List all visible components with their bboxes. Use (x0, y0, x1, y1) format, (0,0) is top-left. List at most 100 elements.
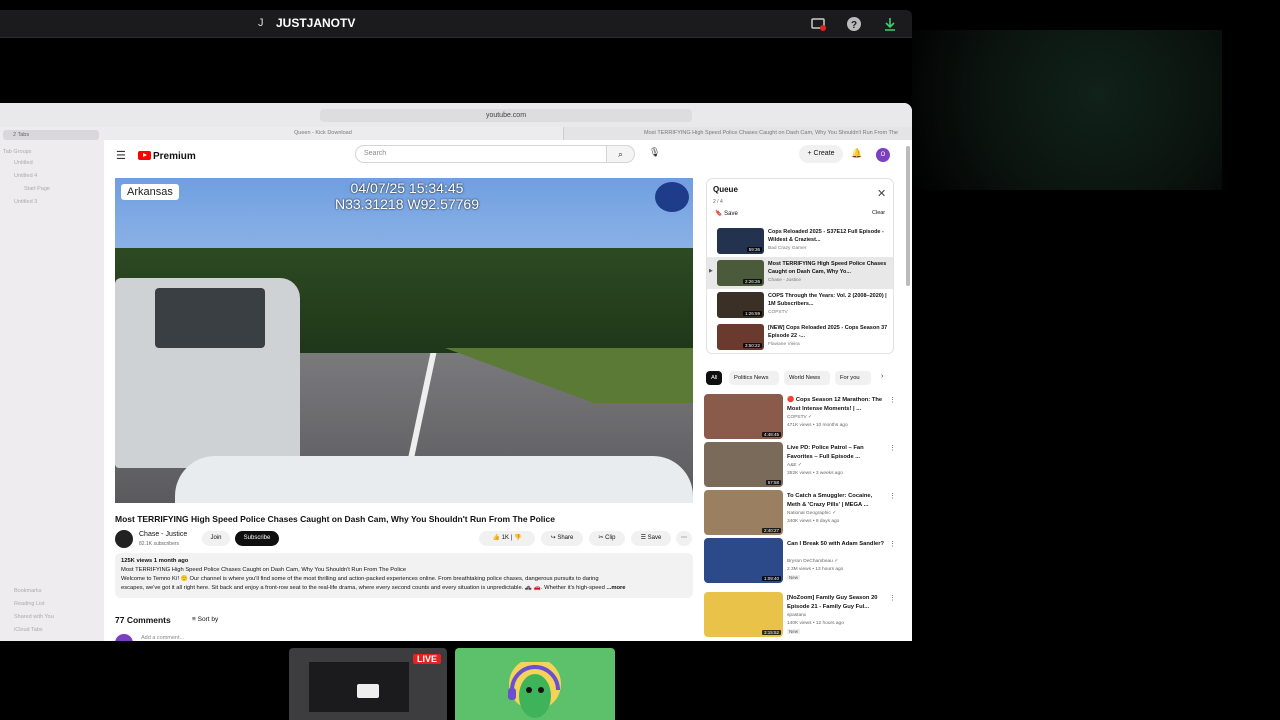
monitor-icon (357, 684, 379, 698)
help-icon[interactable]: ? (846, 16, 862, 32)
more-icon[interactable]: ⋮ (889, 444, 896, 452)
comments-count: 77 Comments (115, 615, 171, 625)
scrollbar[interactable] (906, 146, 910, 286)
video-thumbnail: 2:40:27 (704, 490, 783, 535)
video-player[interactable]: Arkansas 04/07/25 15:34:45 N33.31218 W92.… (115, 178, 693, 503)
queue-thumbnail: 3:50:22 (717, 324, 764, 350)
duration: 3:15:52 (761, 630, 781, 635)
search-input[interactable]: Search (355, 145, 607, 163)
police-car-hood (175, 456, 693, 503)
avatar-tile[interactable] (455, 648, 615, 720)
avatar[interactable]: O (876, 148, 890, 162)
sidebar-group[interactable]: Untitled 4 (14, 173, 37, 179)
description-box[interactable]: 125K views 1 month ago Most TERRIFYING H… (115, 553, 693, 598)
queue-thumbnail: 1:26:59 (717, 292, 764, 318)
recommended-video[interactable]: 1:09:40 Can I Break 50 with Adam Sandler… (704, 538, 904, 585)
rec-channel: A&E ✓ (787, 463, 802, 468)
tab-active[interactable]: Queen - Kick Download (104, 127, 564, 140)
rec-channel: National Geographic ✓ (787, 511, 837, 516)
chip-politics-news[interactable]: Politics News (729, 371, 779, 385)
clip-label: Clip (605, 535, 616, 541)
queue-count: 2 / 4 (713, 199, 723, 205)
tab-bar: Queen - Kick Download Most TERRIFYING Hi… (104, 127, 912, 149)
sidebar-group[interactable]: Untitled 3 (14, 199, 37, 205)
bell-icon[interactable]: 🔔 (851, 148, 862, 159)
share-label: Share (557, 535, 574, 541)
sidebar-tabs[interactable]: 2 Tabs (3, 130, 99, 140)
rec-title: To Catch a Smuggler: Cocaine, Meth & 'Cr… (787, 493, 873, 508)
share-button[interactable]: ↪ Share (541, 531, 583, 546)
chip-all[interactable]: All (706, 371, 723, 385)
close-icon[interactable]: ✕ (877, 187, 886, 200)
queue-item-title: COPS Through the Years: Vol. 2 (2008–202… (768, 293, 887, 307)
chip-for-you[interactable]: For you (835, 371, 871, 385)
clip-button[interactable]: ✂ Clip (589, 531, 625, 546)
save-button[interactable]: ☰ Save (631, 531, 671, 546)
chip-world-news[interactable]: World News (784, 371, 830, 385)
more-icon[interactable]: ⋮ (889, 492, 896, 500)
rec-channel: spastanx (787, 613, 807, 618)
recommended-video[interactable]: 4:48:45 🔴 Cops Season 12 Marathon: The M… (704, 394, 904, 441)
menu-icon[interactable]: ☰ (116, 149, 126, 162)
rec-meta: 2.3M views • 13 hours ago (787, 567, 844, 572)
queue-item[interactable]: 3:50:22 [NEW] Cops Reloaded 2025 - Cops … (707, 321, 893, 353)
address-bar[interactable]: youtube.com (320, 109, 692, 122)
queue-save-button[interactable]: 🔖 Save (715, 210, 738, 217)
commenter-avatar (115, 634, 133, 641)
queue-title: Queue (713, 185, 738, 194)
sidebar-link[interactable]: iCloud Tabs (14, 627, 43, 633)
like-count: 1K (501, 535, 510, 541)
recommended-video[interactable]: 2:40:27 To Catch a Smuggler: Cocaine, Me… (704, 490, 904, 537)
add-comment-input[interactable]: Add a comment... (141, 635, 184, 641)
video-title: Most TERRIFYING High Speed Police Chases… (115, 514, 555, 524)
more-icon[interactable]: ⋮ (889, 396, 896, 404)
sidebar-link[interactable]: Reading List (14, 601, 45, 607)
queue-thumbnail: 59:36 (717, 228, 764, 254)
more-icon[interactable]: ⋮ (889, 540, 896, 548)
like-button[interactable]: 👍 1K | 👎 (479, 531, 535, 546)
location-label: Arkansas (121, 184, 179, 200)
sidebar-group[interactable]: Untitled (14, 160, 33, 166)
more-icon[interactable]: ⋯ (676, 531, 692, 546)
recommended-video[interactable]: 57:58 Live PD: Police Patrol – Fan Favor… (704, 442, 904, 489)
video-thumbnail: 1:09:40 (704, 538, 783, 583)
live-badge: LIVE (412, 654, 441, 664)
svg-text:?: ? (851, 20, 857, 31)
chevron-right-icon[interactable]: › (881, 373, 883, 380)
create-label: Create (813, 150, 835, 157)
more-link[interactable]: ...more (607, 585, 626, 591)
rec-meta: 140K views • 12 hours ago (787, 621, 844, 626)
channel-avatar[interactable] (115, 530, 133, 548)
channel-name[interactable]: Chase - Justice (139, 531, 187, 538)
queue-item-channel: COPSTV (768, 310, 788, 315)
queue-clear-button[interactable]: Clear (872, 210, 885, 216)
subscriber-count: 82.1K subscribers (139, 541, 180, 547)
queue-item-channel: Chase - Justice (768, 278, 802, 283)
youtube-logo[interactable]: Premium (138, 151, 196, 162)
queue-panel: Queue 2 / 4 ✕ 🔖 Save Clear 59:36 Cops Re… (706, 178, 894, 354)
create-button[interactable]: + Create (799, 145, 843, 163)
sidebar-link[interactable]: Bookmarks (14, 588, 42, 594)
save-label: Save (647, 535, 662, 541)
more-icon[interactable]: ⋮ (889, 594, 896, 602)
queue-item[interactable]: 59:36 Cops Reloaded 2025 - S37E12 Full E… (707, 225, 893, 257)
recommended-video[interactable]: 3:15:52 [NoZoom] Family Guy Season 20 Ep… (704, 592, 904, 639)
queue-item[interactable]: 1:26:59 COPS Through the Years: Vol. 2 (… (707, 289, 893, 321)
video-thumbnail: 57:58 (704, 442, 783, 487)
mic-icon[interactable]: 🎙 (649, 147, 660, 158)
sort-label: Sort by (197, 616, 219, 623)
description-line: Welcome to Temno Kí! 🙂 Our channel is wh… (121, 576, 599, 582)
live-preview-tile[interactable]: LIVE (289, 648, 447, 720)
queue-item[interactable]: ▶ 2:26:26 Most TERRIFYING High Speed Pol… (707, 257, 893, 289)
subscribe-button[interactable]: Subscribe (235, 531, 279, 546)
sidebar-link[interactable]: Shared with You (14, 614, 54, 620)
cast-icon[interactable] (810, 16, 826, 32)
sort-button[interactable]: ≡ Sort by (192, 616, 218, 623)
download-icon[interactable] (882, 16, 898, 32)
duration: 1:26:59 (742, 311, 762, 316)
sidebar-group[interactable]: Start Page (24, 186, 50, 192)
channel-title: JUSTJANOTV (276, 16, 356, 30)
join-button[interactable]: Join (202, 531, 230, 546)
rec-title: [NoZoom] Family Guy Season 20 Episode 21… (787, 595, 878, 610)
search-icon[interactable]: ⌕ (607, 145, 635, 163)
